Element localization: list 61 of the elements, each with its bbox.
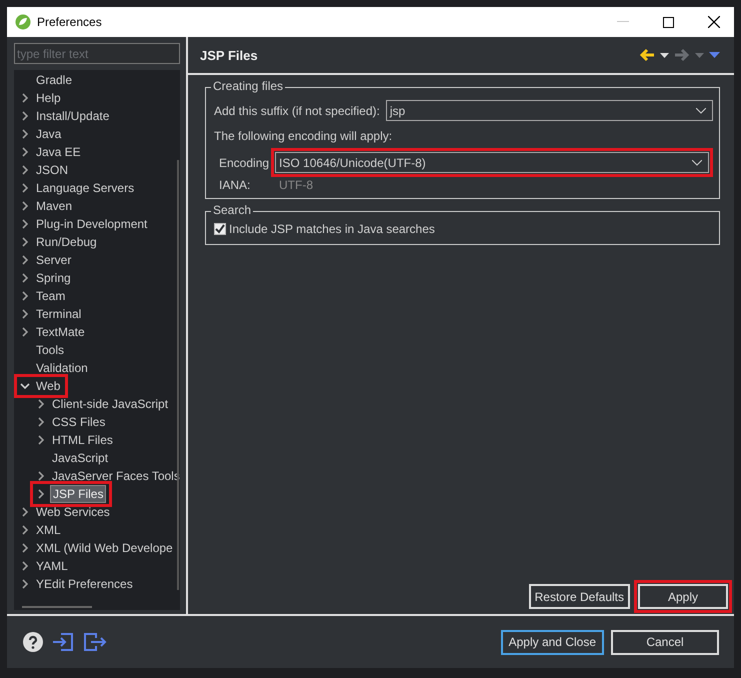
tree-item[interactable]: CSS Files: [50, 414, 108, 430]
tree-item[interactable]: Web Services: [34, 504, 112, 520]
tree-item[interactable]: Run/Debug: [34, 234, 99, 250]
checkbox-label[interactable]: Include JSP matches in Java searches: [229, 222, 435, 236]
tree-item[interactable]: JSP Files: [50, 485, 106, 503]
field-label: Encoding: [219, 156, 270, 170]
export-icon[interactable]: [83, 632, 107, 652]
tree-item[interactable]: HTML Files: [50, 432, 115, 448]
forward-arrow-icon[interactable]: [674, 48, 690, 62]
tree-item[interactable]: XML: [34, 522, 63, 538]
page-title: JSP Files: [200, 48, 258, 62]
suffix-combo[interactable]: jsp: [386, 100, 713, 121]
tree-item[interactable]: Validation: [34, 360, 90, 376]
tree-item[interactable]: Tools: [34, 342, 66, 358]
tree-item[interactable]: JSON: [34, 162, 70, 178]
back-arrow-icon[interactable]: [639, 48, 655, 62]
tree-item[interactable]: XML (Wild Web Develope: [34, 540, 175, 556]
tree-item[interactable]: Java: [34, 126, 64, 142]
tree-item[interactable]: Install/Update: [34, 108, 112, 124]
tree-item[interactable]: Spring: [34, 270, 73, 286]
tree-item[interactable]: Team: [34, 288, 68, 304]
tree-item[interactable]: Server: [34, 252, 74, 268]
checkbox[interactable]: [214, 223, 226, 235]
cancel-button[interactable]: Cancel: [611, 630, 719, 654]
info-text: The following encoding will apply:: [214, 129, 394, 143]
restore-defaults-button[interactable]: Restore Defaults: [528, 584, 630, 609]
tree-item[interactable]: Language Servers: [34, 180, 136, 196]
collapse-chevron-icon[interactable]: [20, 381, 30, 391]
tree-item[interactable]: YAML: [34, 558, 70, 574]
tree-item[interactable]: TextMate: [34, 324, 87, 340]
view-menu-icon[interactable]: [709, 52, 720, 58]
tree-item[interactable]: JavaScript: [50, 450, 110, 466]
group-label: Creating files: [211, 79, 286, 93]
apply-button[interactable]: Apply: [638, 584, 728, 609]
close-icon[interactable]: [708, 16, 720, 28]
tree-item[interactable]: Terminal: [34, 306, 84, 322]
scrollbar[interactable]: [177, 160, 179, 590]
tree-item[interactable]: Java EE: [34, 144, 83, 160]
scrollbar[interactable]: [22, 606, 92, 608]
maximize-icon[interactable]: [663, 16, 674, 28]
tree-item[interactable]: YEdit Preferences: [34, 576, 135, 592]
window-title: Preferences: [37, 15, 102, 29]
tree-item[interactable]: Plug-in Development: [34, 216, 150, 232]
field-value: UTF-8: [279, 178, 313, 192]
field-label: Add this suffix (if not specified):: [214, 104, 380, 118]
dropdown-caret-icon[interactable]: [660, 52, 669, 58]
tree-item[interactable]: Client-side JavaScript: [50, 396, 170, 412]
chevron-icon: [692, 160, 702, 166]
tree-item[interactable]: Web: [34, 378, 62, 394]
apply-and-close-button[interactable]: Apply and Close: [500, 630, 604, 654]
field-label: IANA:: [219, 178, 252, 192]
tree-item[interactable]: Maven: [34, 198, 74, 214]
tree-item[interactable]: Gradle: [34, 72, 74, 88]
chevron-icon: [696, 108, 706, 114]
group-label: Search: [211, 203, 254, 217]
encoding-combo[interactable]: ISO 10646/Unicode(UTF-8): [275, 152, 709, 173]
leaf-logo-icon: [15, 14, 31, 30]
filter-field[interactable]: type filter text: [14, 43, 180, 64]
help-icon[interactable]: [23, 632, 43, 652]
import-icon[interactable]: [52, 632, 74, 652]
tree-item[interactable]: Help: [34, 90, 63, 106]
